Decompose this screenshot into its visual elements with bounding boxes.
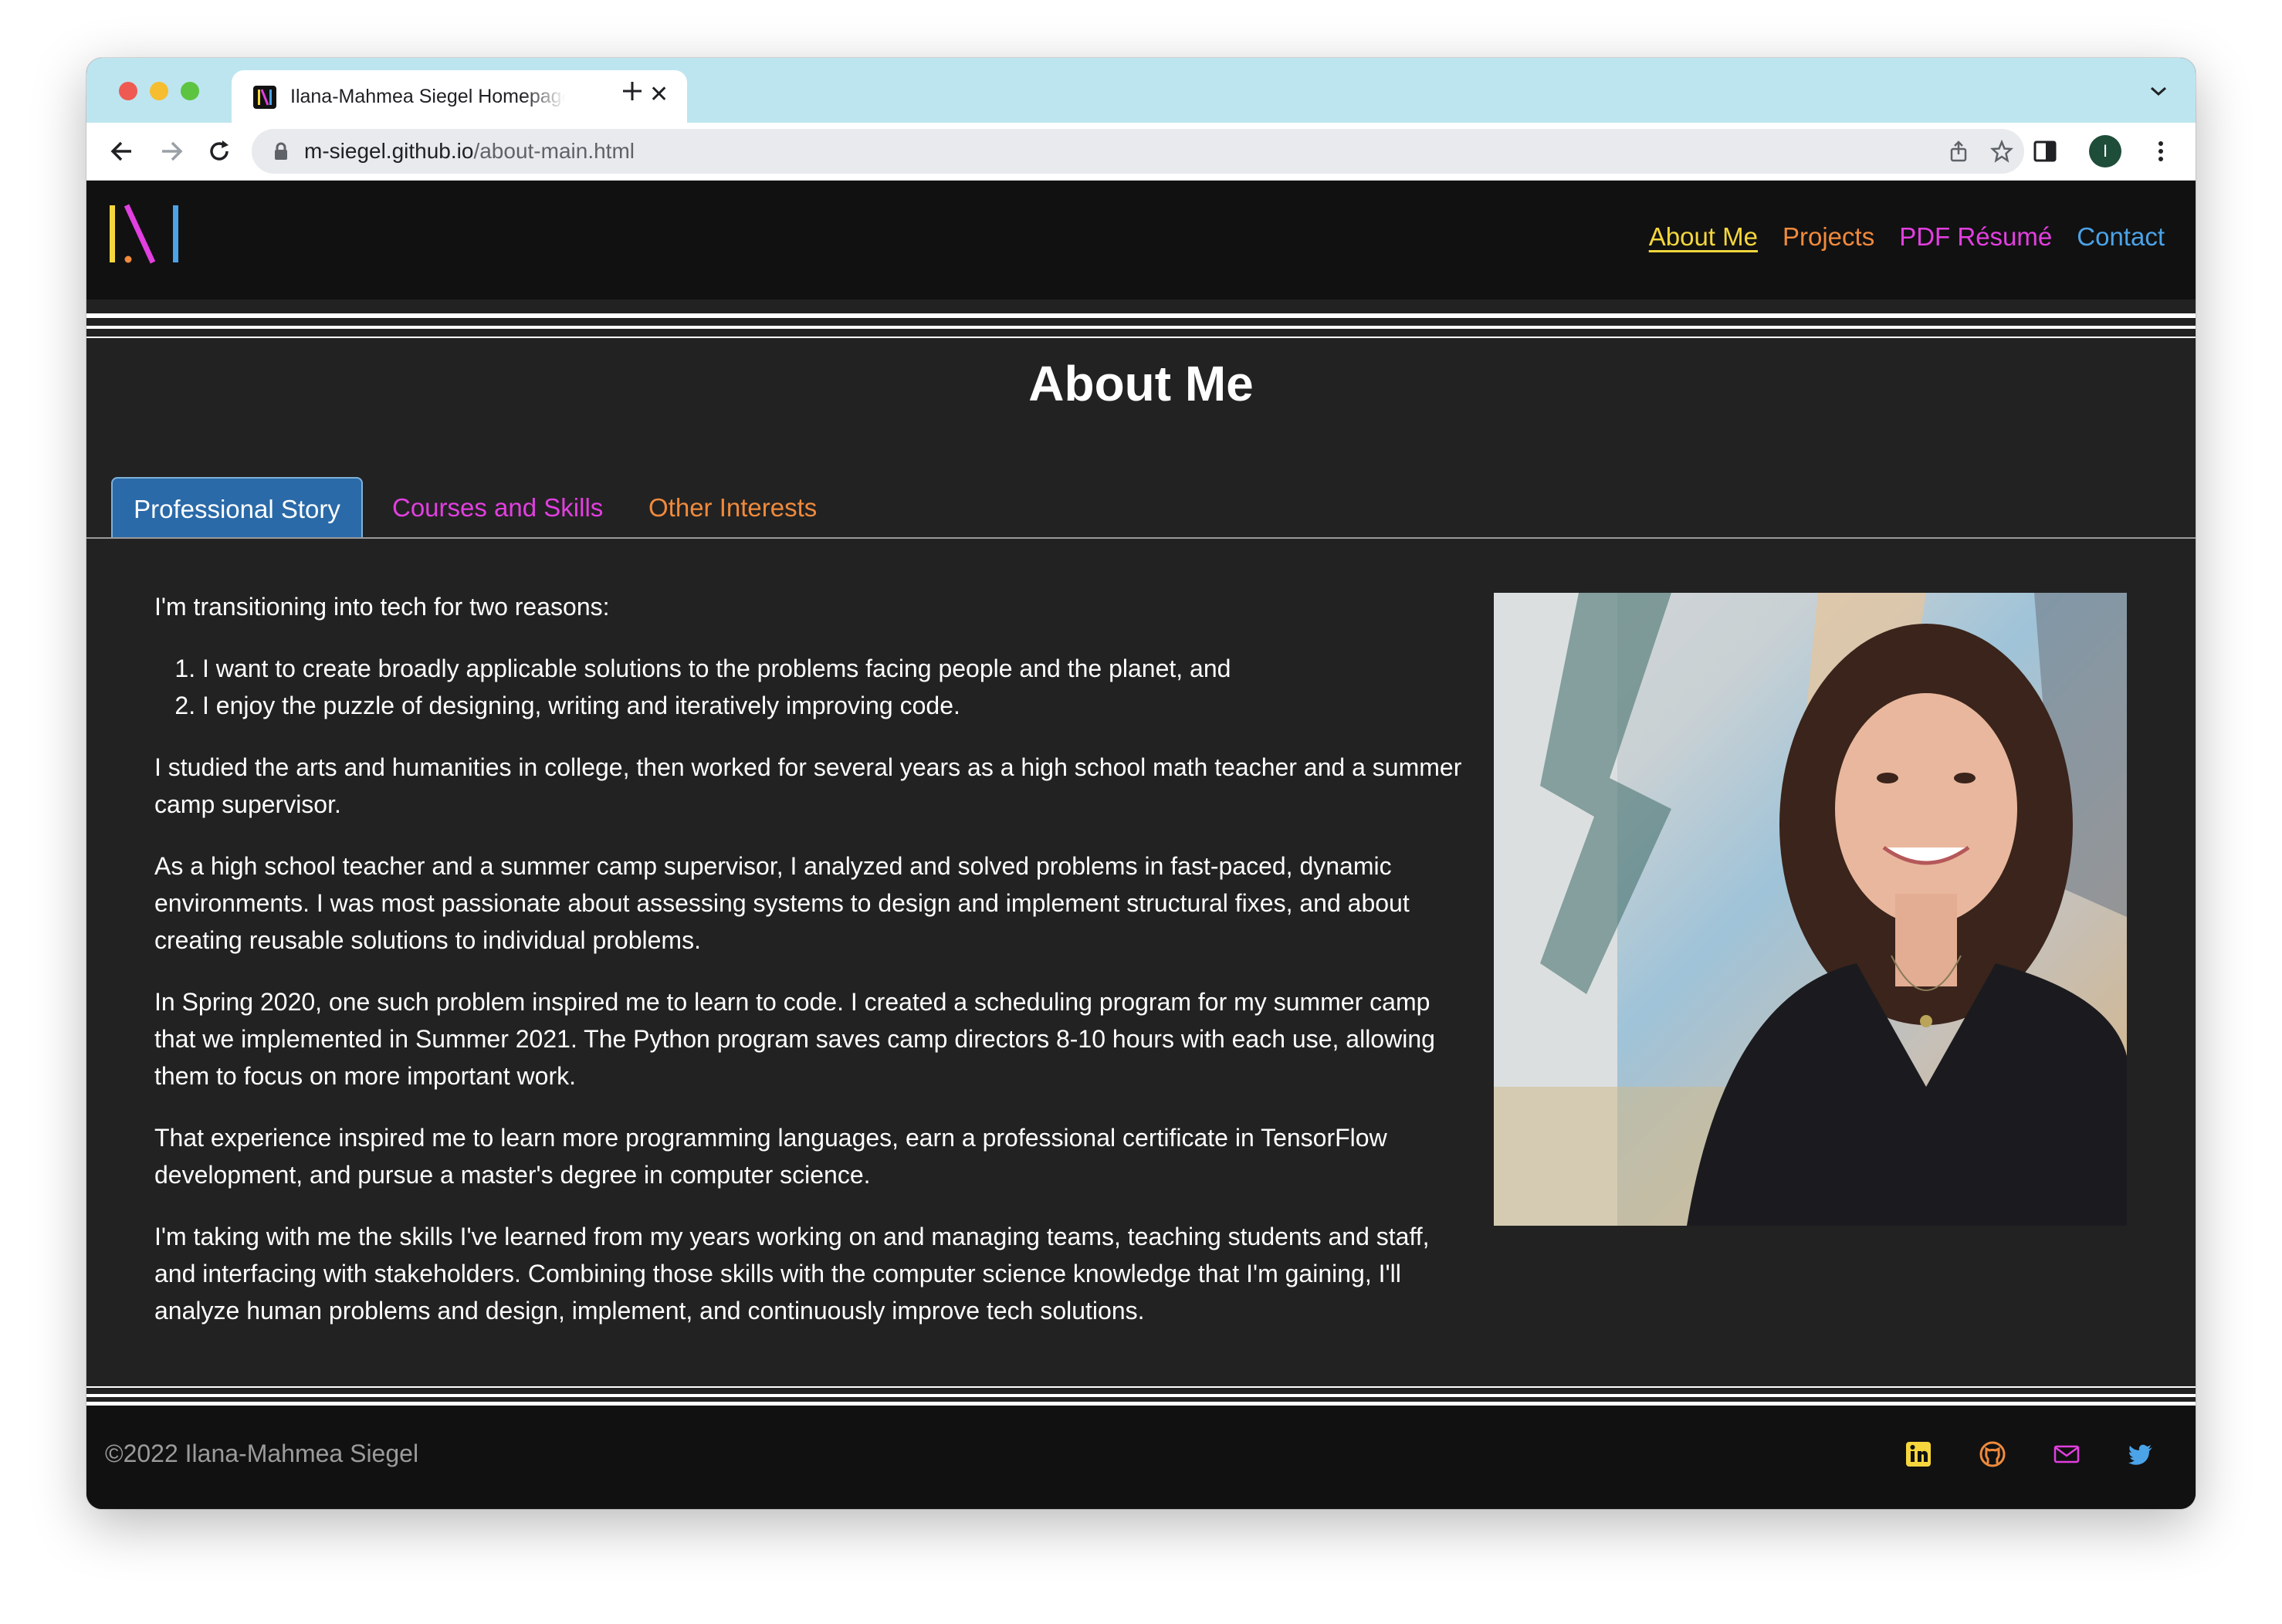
close-window-button[interactable] — [119, 82, 137, 100]
lock-icon[interactable] — [273, 142, 289, 161]
side-panel-icon[interactable] — [2030, 137, 2060, 166]
reason-item: I want to create broadly applicable solu… — [202, 650, 1467, 687]
browser-tab[interactable]: Ilana-Mahmea Siegel Homepage ✕ — [232, 70, 687, 123]
github-icon[interactable] — [1978, 1440, 2007, 1469]
footer-divider — [86, 1394, 2196, 1397]
site-header: About Me Projects PDF Résumé Contact — [86, 181, 2196, 299]
url-text[interactable]: m-siegel.github.io/about-main.html — [304, 139, 635, 164]
tab-courses-and-skills[interactable]: Courses and Skills — [392, 477, 603, 539]
maximize-window-button[interactable] — [181, 82, 199, 100]
main-nav: About Me Projects PDF Résumé Contact — [1649, 222, 2165, 252]
intro-text: I'm transitioning into tech for two reas… — [154, 593, 610, 621]
linkedin-icon[interactable] — [1904, 1440, 1933, 1469]
footer-divider — [86, 1386, 2196, 1388]
browser-titlebar: Ilana-Mahmea Siegel Homepage ✕ — [86, 58, 2196, 123]
address-bar[interactable]: m-siegel.github.io/about-main.html — [252, 129, 2024, 174]
tab-list-chevron-icon[interactable] — [2149, 84, 2168, 98]
tab-title: Ilana-Mahmea Siegel Homepage — [290, 86, 565, 107]
site-logo[interactable] — [108, 202, 182, 267]
url-path: /about-main.html — [473, 139, 635, 163]
site-favicon-icon — [253, 86, 276, 109]
story-paragraph: I studied the arts and humanities in col… — [154, 753, 1462, 818]
reasons-list: I want to create broadly applicable solu… — [154, 650, 1467, 724]
nav-about-me[interactable]: About Me — [1649, 222, 1758, 252]
forward-arrow-icon[interactable] — [157, 137, 185, 165]
browser-window: Ilana-Mahmea Siegel Homepage ✕ m-siegel.… — [86, 58, 2196, 1509]
reason-item: I enjoy the puzzle of designing, writing… — [202, 687, 1467, 724]
header-divider — [86, 313, 2196, 318]
minimize-window-button[interactable] — [150, 82, 168, 100]
twitter-icon[interactable] — [2126, 1440, 2155, 1469]
header-divider — [86, 326, 2196, 329]
page-title: About Me — [1028, 356, 1254, 411]
story-paragraph: In Spring 2020, one such problem inspire… — [154, 988, 1435, 1090]
header-divider — [86, 337, 2196, 338]
tabs-divider — [86, 537, 2196, 539]
nav-pdf-resume[interactable]: PDF Résumé — [1899, 222, 2052, 252]
tab-close-icon[interactable]: ✕ — [649, 83, 669, 107]
nav-contact[interactable]: Contact — [2077, 222, 2165, 252]
story-paragraph: As a high school teacher and a summer ca… — [154, 852, 1410, 954]
share-icon[interactable] — [1947, 140, 1970, 163]
story-paragraph: That experience inspired me to learn mor… — [154, 1124, 1387, 1189]
url-host: m-siegel.github.io — [304, 139, 474, 163]
nav-projects[interactable]: Projects — [1783, 222, 1874, 252]
copyright-text: ©2022 Ilana-Mahmea Siegel — [105, 1440, 419, 1467]
story-paragraph: I'm taking with me the skills I've learn… — [154, 1223, 1430, 1325]
more-menu-icon[interactable] — [2146, 137, 2175, 166]
reload-icon[interactable] — [205, 137, 233, 165]
professional-story-content: I'm transitioning into tech for two reas… — [154, 588, 1467, 1354]
bookmark-star-icon[interactable] — [1990, 140, 2013, 163]
tab-professional-story[interactable]: Professional Story — [111, 477, 363, 539]
mail-icon[interactable] — [2052, 1440, 2081, 1469]
profile-avatar[interactable]: I — [2089, 135, 2121, 167]
profile-photo — [1494, 593, 2127, 1226]
site-footer: ©2022 Ilana-Mahmea Siegel — [86, 1406, 2196, 1509]
new-tab-icon[interactable] — [621, 80, 644, 103]
back-arrow-icon[interactable] — [108, 137, 136, 165]
web-page: About Me Projects PDF Résumé Contact Abo… — [86, 181, 2196, 1509]
browser-toolbar: m-siegel.github.io/about-main.html I — [86, 123, 2196, 181]
tab-other-interests[interactable]: Other Interests — [648, 477, 817, 539]
